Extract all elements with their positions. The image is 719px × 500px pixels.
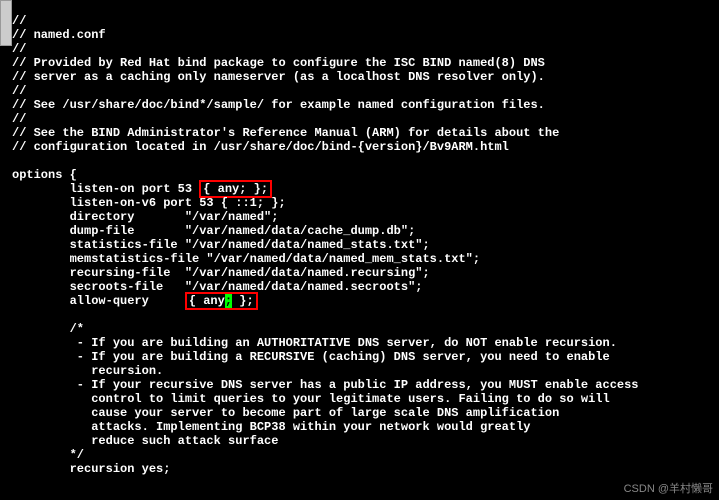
scroll-gutter[interactable] <box>0 0 12 46</box>
option-listen-on-v6: listen-on-v6 port 53 { ::1; }; <box>12 196 286 210</box>
option-memstatistics-file: memstatistics-file "/var/named/data/name… <box>12 252 480 266</box>
comment-line: // <box>12 42 26 56</box>
comment-line: // named.conf <box>12 28 106 42</box>
allow-text-a: { any <box>189 294 225 308</box>
doc-close: */ <box>12 448 84 462</box>
option-recursing-file: recursing-file "/var/named/data/named.re… <box>12 266 430 280</box>
option-statistics-file: statistics-file "/var/named/data/named_s… <box>12 238 430 252</box>
option-directory: directory "/var/named"; <box>12 210 278 224</box>
terminal-editor[interactable]: // // named.conf // // Provided by Red H… <box>12 0 719 500</box>
doc-line: cause your server to become part of larg… <box>12 406 559 420</box>
doc-line: - If you are building a RECURSIVE (cachi… <box>12 350 610 364</box>
comment-line: // <box>12 84 26 98</box>
comment-line: // Provided by Red Hat bind package to c… <box>12 56 545 70</box>
comment-line: // <box>12 112 26 126</box>
comment-line: // See the BIND Administrator's Referenc… <box>12 126 559 140</box>
doc-line: recursion. <box>12 364 163 378</box>
doc-line: reduce such attack surface <box>12 434 278 448</box>
doc-line: attacks. Implementing BCP38 within your … <box>12 420 530 434</box>
option-recursion: recursion yes; <box>12 462 170 476</box>
cursor: ; <box>225 294 232 308</box>
doc-open: /* <box>12 322 84 336</box>
option-dump-file: dump-file "/var/named/data/cache_dump.db… <box>12 224 415 238</box>
doc-line: control to limit queries to your legitim… <box>12 392 610 406</box>
options-open: options { <box>12 168 77 182</box>
doc-line: - If you are building an AUTHORITATIVE D… <box>12 336 617 350</box>
highlight-any-2: { any; }; <box>185 292 258 310</box>
comment-line: // server as a caching only nameserver (… <box>12 70 545 84</box>
comment-line: // See /usr/share/doc/bind*/sample/ for … <box>12 98 545 112</box>
comment-line: // configuration located in /usr/share/d… <box>12 140 509 154</box>
doc-line: - If your recursive DNS server has a pub… <box>12 378 639 392</box>
allow-text-b: }; <box>232 294 254 308</box>
option-listen-on: listen-on port 53 <box>12 182 199 196</box>
watermark: CSDN @羊村懒哥 <box>624 480 713 496</box>
option-allow-query: allow-query <box>12 294 185 308</box>
comment-line: // <box>12 14 26 28</box>
